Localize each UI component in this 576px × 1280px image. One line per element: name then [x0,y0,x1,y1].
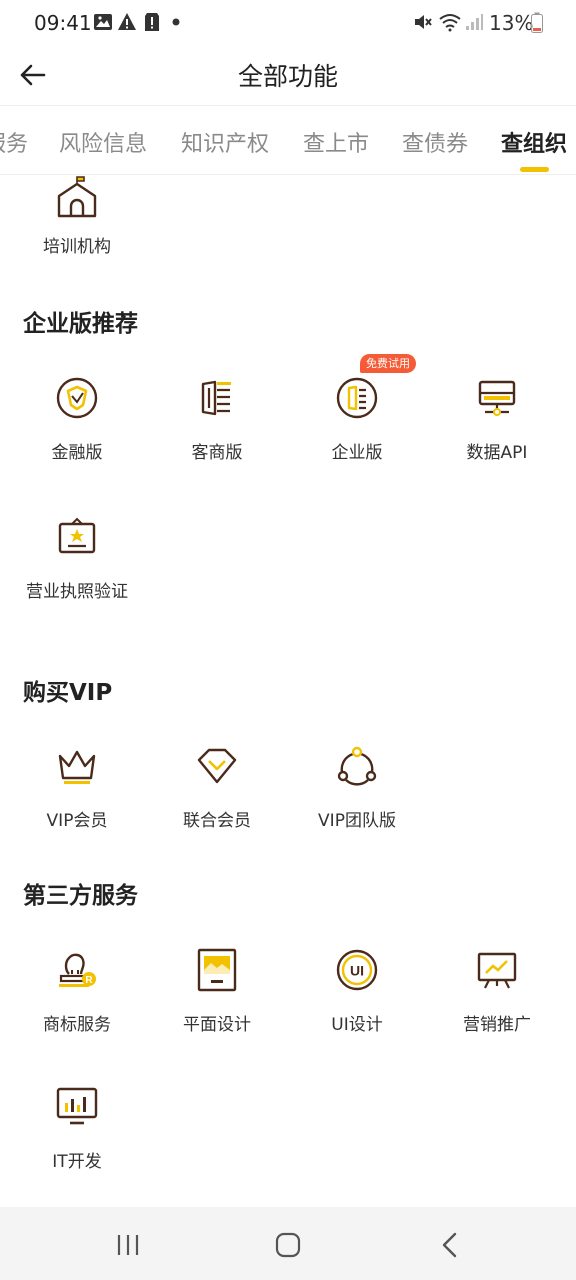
svg-text:R: R [85,975,93,986]
free-trial-badge: 免费试用 [360,354,416,373]
monitor-chart-icon [56,1087,98,1125]
feature-label: VIP团队版 [318,811,396,831]
feature-enterprise-edition[interactable]: 企业版 [287,376,427,466]
system-nav-bar [0,1207,576,1280]
merchant-icon [201,380,231,416]
crown-icon [58,750,96,784]
enterprise-icon [336,377,378,419]
license-icon [58,517,96,554]
feature-label: 平面设计 [183,1015,251,1035]
feature-marketing-promotion[interactable]: 营销推广 [427,948,567,1038]
wifi-icon [439,14,461,32]
more-notifications-dot-icon [172,18,180,26]
feature-label: 数据API [466,443,528,463]
feature-graphic-design[interactable]: 平面设计 [147,948,287,1038]
svg-text:UI: UI [350,963,364,979]
presentation-icon [477,952,517,989]
institution-icon [57,176,97,218]
tab-risk-info[interactable]: 风险信息 [59,126,147,158]
feature-label: 营销推广 [463,1015,531,1035]
feature-finance-edition[interactable]: 金融版 [7,376,147,466]
feature-merchant-edition[interactable]: 客商版 [147,376,287,466]
feature-joint-member[interactable]: 联合会员 [147,744,287,834]
gallery-notification-icon [94,14,112,30]
shield-icon [56,377,98,419]
feature-it-development[interactable]: IT开发 [7,1085,147,1175]
feature-label: VIP会员 [46,811,108,831]
home-icon[interactable] [274,1231,302,1259]
feature-label: UI设计 [331,1015,383,1035]
recent-apps-icon[interactable] [114,1231,142,1259]
battery-icon [531,12,543,33]
feature-label: 客商版 [191,443,243,463]
feature-data-api[interactable]: 数据API [427,376,567,466]
feature-trademark-service[interactable]: R 商标服务 [7,948,147,1038]
feature-training-institution[interactable]: 培训机构 [7,176,147,260]
page-title: 全部功能 [237,62,338,91]
section-title-vip: 购买VIP [23,680,113,706]
tab-organizations[interactable]: 查组织 [501,126,567,158]
diamond-icon [197,748,237,784]
mute-icon [415,15,432,29]
feature-label: 企业版 [331,443,383,463]
tab-intellectual-property[interactable]: 知识产权 [181,126,269,158]
feature-label: 营业执照验证 [26,582,128,602]
feature-vip-member[interactable]: VIP会员 [7,744,147,834]
feature-license-verification[interactable]: 营业执照验证 [7,515,147,605]
feature-label: 联合会员 [183,811,251,831]
battery-percent: 13% [489,11,534,35]
active-tab-indicator [520,167,549,172]
tab-bonds[interactable]: 查债券 [402,126,468,158]
section-title-enterprise: 企业版推荐 [23,311,138,337]
status-bar: 09:41 13% [0,0,576,48]
app-bar: 全部功能 [0,48,576,105]
team-icon [337,746,377,786]
feature-label: 商标服务 [43,1015,111,1035]
server-icon [478,380,516,416]
alert-notification-icon [145,13,159,31]
back-nav-icon[interactable] [436,1231,464,1259]
status-time: 09:41 [34,11,92,35]
feature-label: 培训机构 [43,237,111,257]
feature-label: 金融版 [51,443,103,463]
stamp-icon: R [59,953,96,987]
ui-circle-icon: UI [336,949,378,991]
feature-ui-design[interactable]: UI UI设计 [287,948,427,1038]
tab-services[interactable]: 服务 [0,126,28,158]
category-tabs: 服务 风险信息 知识产权 查上市 查债券 查组织 [0,105,576,175]
tab-listed-companies[interactable]: 查上市 [303,126,369,158]
signal-icon [466,14,483,30]
section-title-third-party: 第三方服务 [23,883,138,909]
image-frame-icon [197,948,237,992]
feature-vip-team[interactable]: VIP团队版 [287,744,427,834]
feature-label: IT开发 [52,1152,102,1172]
warning-notification-icon [118,13,136,30]
